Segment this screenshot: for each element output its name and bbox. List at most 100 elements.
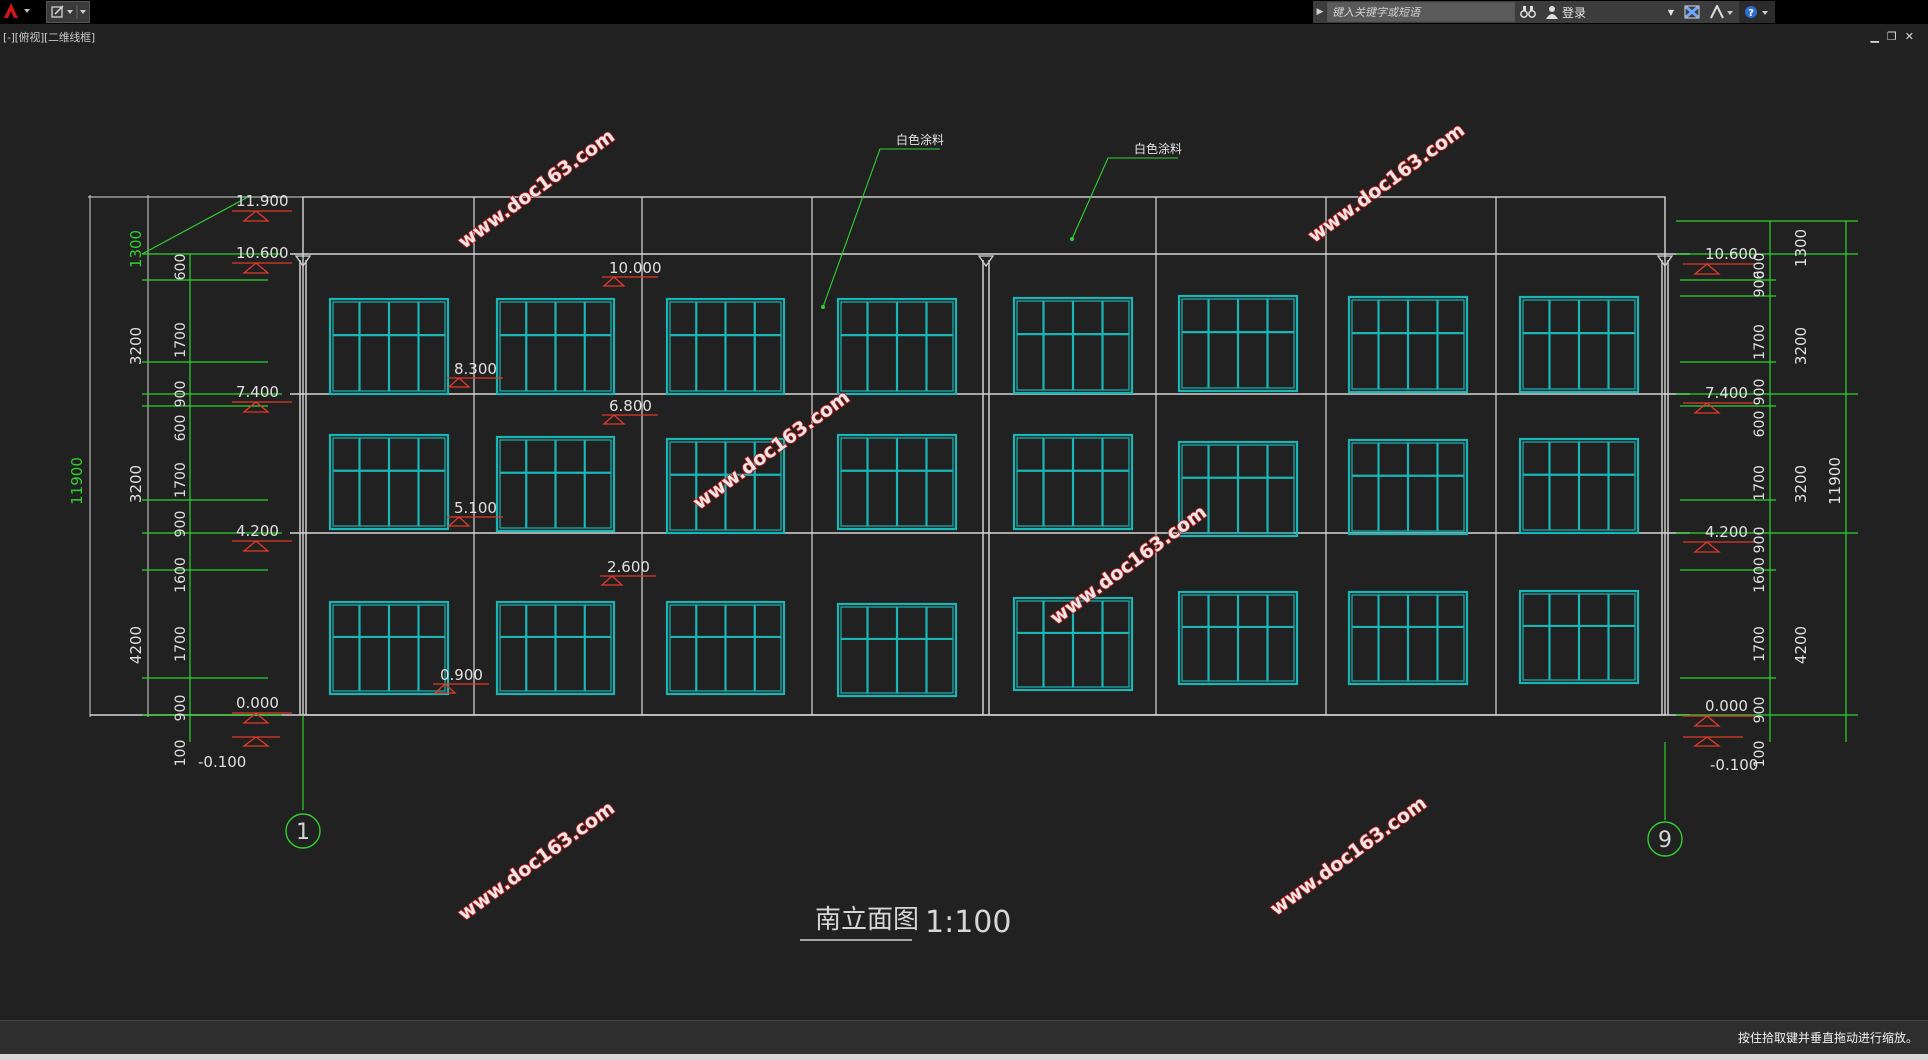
elevation-left-text: 7.400 (236, 383, 279, 401)
drawing-canvas[interactable]: 11.900 10.600 7.400 4.200 0.000 -0.100 10.600 7… (0, 24, 1928, 1020)
elevation-right: 4.200 (1683, 523, 1755, 553)
drawing-title: 南立面图 (815, 905, 919, 935)
elevation-window-sill: 5.100 (447, 499, 503, 527)
chevron-down-icon: ▼ (1667, 7, 1674, 17)
window (1177, 294, 1299, 393)
window (1347, 295, 1469, 394)
login-button[interactable]: 登录 ▼ (1541, 1, 1679, 23)
help-icon: ? (1745, 6, 1768, 19)
quick-access-toolbar[interactable] (46, 1, 90, 23)
drawing-scale: 1:100 (925, 905, 1011, 940)
window (328, 433, 450, 531)
axis-label-9: 9 (1658, 828, 1672, 853)
dim-left-inner: 1700 (173, 462, 189, 498)
dim-left-inner: 1700 (173, 626, 189, 662)
window (665, 600, 786, 696)
bottom-strip (0, 1054, 1928, 1060)
elevation-left-text: 10.600 (236, 244, 289, 262)
building-elevation (88, 148, 1858, 941)
login-label: 登录 (1562, 5, 1587, 20)
dim-right-total: 11900 (1826, 457, 1844, 505)
window (495, 435, 616, 533)
window (836, 433, 958, 531)
elevation-window-sill: 8.300 (447, 360, 503, 388)
elevation-right-text: 0.000 (1705, 697, 1748, 715)
window (328, 600, 450, 696)
window (328, 297, 450, 396)
watermark-text: www.doc163.com (454, 125, 619, 253)
help-button[interactable]: ? (1739, 1, 1775, 23)
autodesk-a-icon (1710, 5, 1733, 19)
watermark-text: www.doc163.com (1304, 119, 1469, 247)
elevation-left-text: 0.000 (236, 694, 279, 712)
dim-left-inner: 1600 (173, 557, 189, 593)
elevation-left: -0.100 (198, 736, 280, 771)
edit-icon (51, 5, 86, 19)
watermark-text: www.doc163.com (454, 797, 619, 925)
login-group: 登录 (1546, 4, 1586, 21)
window (836, 297, 958, 396)
elevation-window-sill: 2.600 (600, 558, 656, 586)
binoculars-button[interactable] (1515, 1, 1541, 23)
dim-right-outer: 1300 (1792, 229, 1810, 267)
note-label-2: 白色涂料 (1134, 141, 1182, 156)
note-label-1: 白色涂料 (896, 132, 944, 147)
elevation-left: 4.200 (232, 522, 292, 552)
elevation-right-text: 7.400 (1705, 384, 1748, 402)
dim-right-inner: 1700 (1752, 465, 1768, 501)
dim-right-inner: 600 (1752, 411, 1768, 438)
elevation-left-text: -0.100 (198, 753, 246, 771)
elevation-window-sill: 10.000 (602, 259, 662, 287)
dim-left-inner: 600 (173, 415, 189, 442)
app-menu-button[interactable] (0, 0, 42, 22)
watermark-text: www.doc163.com (1266, 792, 1431, 920)
window (1012, 433, 1134, 531)
elevation-marks-layer: 11.900 10.600 7.400 4.200 0.000 -0.100 10.600 7… (198, 192, 1758, 774)
status-bar: 按住拾取键并垂直拖动进行缩放。 (0, 1020, 1928, 1055)
window (1518, 295, 1640, 394)
dim-right-inner: 900 (1752, 379, 1768, 406)
dim-right-inner: 1700 (1752, 324, 1768, 360)
elevation-left: 0.000 (232, 694, 292, 724)
watermark-text: www.doc163.com (689, 386, 854, 514)
search-input[interactable] (1327, 2, 1515, 22)
dim-left-inner: 900 (173, 695, 189, 722)
window (495, 600, 616, 696)
dim-right-outer: 3200 (1792, 465, 1810, 503)
windows-layer (328, 294, 1640, 698)
autodesk-app-button[interactable] (1705, 1, 1739, 23)
dim-right-inner: 1700 (1752, 626, 1768, 662)
exchange-button[interactable] (1679, 1, 1705, 23)
svg-text:?: ? (1748, 8, 1754, 19)
dim-left-inner: 900 (173, 381, 189, 408)
window (1347, 438, 1469, 536)
elevation-right-text: 10.600 (1705, 245, 1758, 263)
dim-left-total: 11900 (68, 457, 86, 505)
elevation-window-text: 8.300 (454, 360, 497, 378)
elevation-left-text: 4.200 (236, 522, 279, 540)
elevation-window-text: 5.100 (454, 499, 497, 517)
dim-left-inner: 600 (173, 254, 189, 281)
dim-left-outer: 3200 (127, 327, 145, 365)
expand-arrow-icon[interactable]: ▶ (1313, 1, 1327, 23)
elevation-window-sill: 6.800 (602, 397, 658, 425)
user-icon (1546, 6, 1558, 19)
elevation-window-text: 10.000 (609, 259, 662, 277)
elevation-window-text: 2.600 (607, 558, 650, 576)
window (665, 297, 786, 396)
window (1177, 590, 1299, 686)
elevation-left: 11.900 (232, 192, 292, 222)
dim-left-outer: 1300 (127, 230, 145, 268)
window (836, 602, 958, 698)
dim-right-outer: 3200 (1792, 327, 1810, 365)
autocad-logo-icon (4, 3, 30, 18)
dim-right-inner: 900 (1752, 527, 1768, 554)
dim-left-inner: 1700 (173, 322, 189, 358)
axis-label-1: 1 (296, 820, 310, 845)
elevation-right: -0.100 (1683, 736, 1758, 774)
dim-left-inner: 100 (173, 740, 189, 767)
dim-right-inner: 100 (1752, 741, 1768, 768)
dim-left-outer: 4200 (127, 626, 145, 664)
window (1012, 296, 1134, 395)
title-bar: ▶ 登录 ▼ (0, 0, 1928, 24)
